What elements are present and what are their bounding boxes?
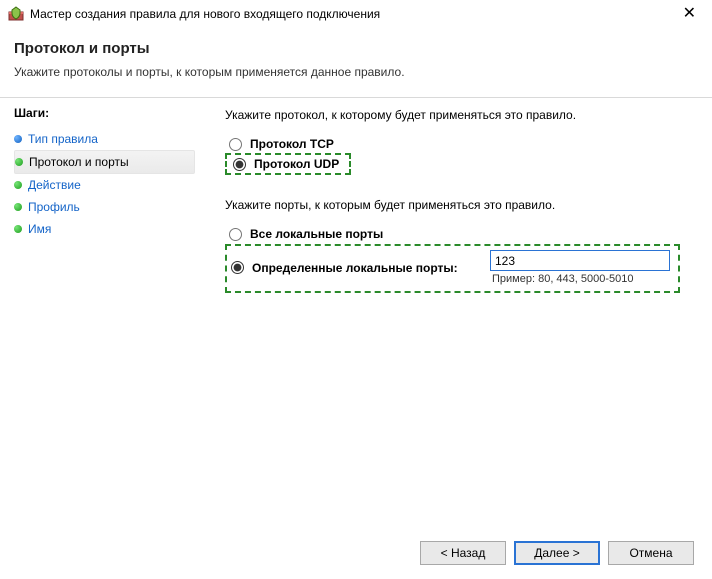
header: Протокол и порты Укажите протоколы и пор… — [0, 26, 712, 91]
ports-prompt: Укажите порты, к которым будет применять… — [225, 198, 686, 212]
bullet-icon — [14, 225, 22, 233]
protocol-udp-highlight: Протокол UDP — [225, 153, 351, 175]
titlebar: Мастер создания правила для нового входя… — [0, 0, 712, 26]
content-panel: Укажите протокол, к которому будет приме… — [195, 98, 712, 518]
page-subtitle: Укажите протоколы и порты, к которым при… — [14, 65, 698, 79]
step-label[interactable]: Имя — [28, 222, 51, 236]
steps-panel: Шаги: Тип правила Протокол и порты Дейст… — [0, 98, 195, 518]
page-title: Протокол и порты — [14, 40, 698, 57]
protocol-tcp-option[interactable]: Протокол TCP — [225, 136, 686, 152]
bullet-icon — [14, 203, 22, 211]
cancel-button[interactable]: Отмена — [608, 541, 694, 565]
next-button[interactable]: Далее > — [514, 541, 600, 565]
ports-input[interactable] — [490, 250, 670, 271]
firewall-icon — [8, 6, 24, 22]
ports-example: Пример: 80, 443, 5000-5010 — [490, 273, 634, 285]
ports-specific-radio[interactable] — [231, 261, 244, 274]
protocol-tcp-radio[interactable] — [229, 138, 242, 151]
ports-specific-highlight: Определенные локальные порты: Пример: 80… — [225, 244, 680, 293]
steps-heading: Шаги: — [14, 106, 195, 120]
bullet-icon — [14, 135, 22, 143]
protocol-udp-radio[interactable] — [233, 158, 246, 171]
step-label: Протокол и порты — [29, 155, 129, 169]
protocol-prompt: Укажите протокол, к которому будет приме… — [225, 108, 686, 122]
ports-specific-label: Определенные локальные порты: — [252, 261, 458, 275]
step-name[interactable]: Имя — [14, 218, 195, 240]
step-label[interactable]: Действие — [28, 178, 81, 192]
bullet-icon — [15, 158, 23, 166]
step-protocol-ports[interactable]: Протокол и порты — [14, 150, 195, 174]
ports-all-label: Все локальные порты — [250, 227, 383, 241]
step-rule-type[interactable]: Тип правила — [14, 128, 195, 150]
step-profile[interactable]: Профиль — [14, 196, 195, 218]
back-button[interactable]: < Назад — [420, 541, 506, 565]
step-action[interactable]: Действие — [14, 174, 195, 196]
protocol-tcp-label: Протокол TCP — [250, 137, 334, 151]
step-label[interactable]: Тип правила — [28, 132, 98, 146]
bullet-icon — [14, 181, 22, 189]
protocol-udp-option[interactable]: Протокол UDP — [229, 156, 343, 172]
footer-buttons: < Назад Далее > Отмена — [420, 541, 694, 565]
ports-all-option[interactable]: Все локальные порты — [225, 226, 686, 242]
window-title: Мастер создания правила для нового входя… — [30, 7, 380, 21]
close-button[interactable]: ✕ — [677, 6, 702, 22]
protocol-udp-label: Протокол UDP — [254, 157, 339, 171]
ports-all-radio[interactable] — [229, 228, 242, 241]
step-label[interactable]: Профиль — [28, 200, 80, 214]
